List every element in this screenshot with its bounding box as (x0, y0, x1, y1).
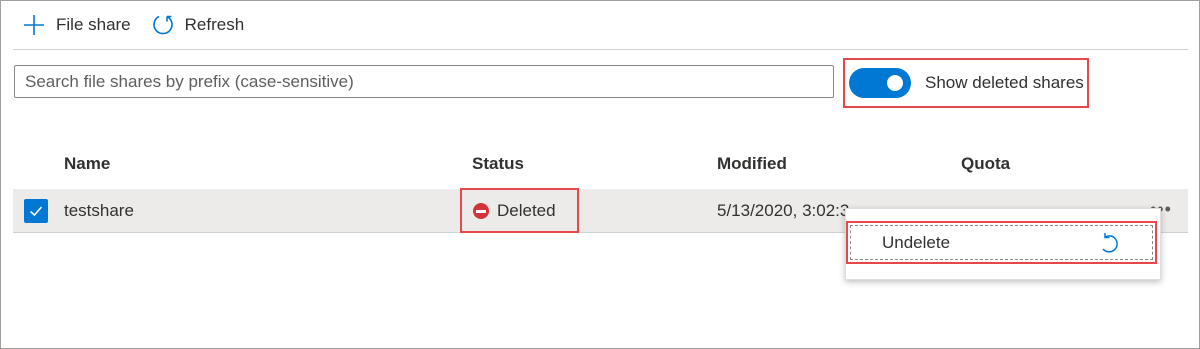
show-deleted-shares-label: Show deleted shares (925, 73, 1084, 92)
search-box (14, 65, 834, 98)
refresh-label: Refresh (184, 15, 245, 34)
toolbar: File share Refresh (22, 12, 264, 38)
toggle-knob (887, 75, 903, 91)
column-header-modified[interactable]: Modified (717, 154, 787, 174)
modified-date: 5/13/2020, 3:02:3 (717, 201, 850, 220)
file-shares-panel (0, 0, 1200, 349)
show-deleted-shares-toggle[interactable] (849, 68, 911, 98)
undelete-label: Undelete (882, 233, 951, 252)
refresh-icon (151, 13, 175, 37)
plus-icon (22, 13, 46, 37)
add-file-share-label: File share (56, 15, 131, 34)
search-input[interactable] (15, 66, 833, 97)
add-file-share-button[interactable]: File share (22, 13, 131, 37)
show-deleted-shares-highlight: Show deleted shares (843, 58, 1089, 108)
checkmark-icon (29, 206, 43, 217)
refresh-button[interactable]: Refresh (151, 13, 245, 37)
undelete-menu-item[interactable]: Undelete (846, 221, 1157, 264)
toolbar-divider (13, 49, 1188, 50)
deleted-status-icon (473, 203, 489, 219)
undo-icon (1099, 231, 1121, 260)
status-text: Deleted (497, 201, 556, 220)
column-header-quota[interactable]: Quota (961, 154, 1010, 174)
row-checkbox[interactable] (24, 199, 48, 223)
column-header-name[interactable]: Name (64, 154, 110, 174)
column-header-status[interactable]: Status (472, 154, 524, 174)
share-name[interactable]: testshare (64, 201, 134, 221)
